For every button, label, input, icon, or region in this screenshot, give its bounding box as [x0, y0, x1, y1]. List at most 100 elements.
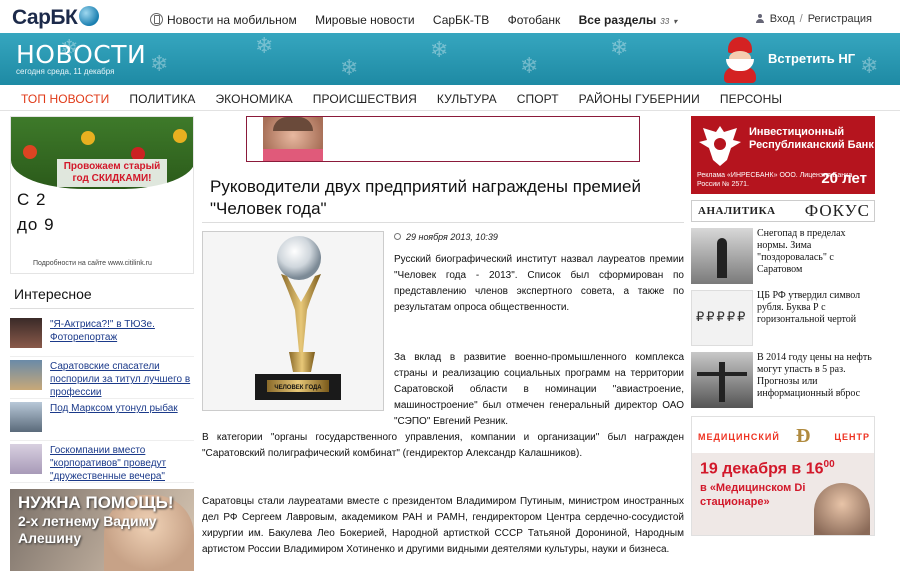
medical-center-ad[interactable]: МЕДИЦИНСКИЙ Ð ЦЕНТР 19 декабря в 1600 в …	[691, 416, 875, 536]
article-title: Руководители двух предприятий награждены…	[210, 177, 641, 218]
ad-promo-text: Провожаем старый год СКИДКАМИ!	[57, 159, 167, 187]
login-link[interactable]: Вход	[770, 13, 795, 25]
topnav-world[interactable]: Мировые новости	[315, 13, 414, 27]
analytics-label: АНАЛИТИКА	[698, 205, 776, 217]
nav-culture[interactable]: КУЛЬТУРА	[427, 87, 507, 111]
center-label: ЦЕНТР	[834, 432, 870, 442]
topnav-tv[interactable]: СарБК-ТВ	[433, 13, 489, 27]
meet-new-year-link[interactable]: Встретить НГ	[768, 51, 855, 66]
santa-icon[interactable]	[720, 37, 760, 83]
snowflake-icon: ❄	[255, 33, 274, 58]
ad-photo	[263, 117, 323, 161]
bank-years: 20 лет	[821, 170, 867, 187]
right-column: Инвестиционный Республиканский Банк Рекл…	[691, 116, 875, 536]
nav-sport[interactable]: СПОРТ	[507, 87, 569, 111]
doctor-photo	[814, 483, 870, 535]
charity-subtitle: 2-х летнему Вадиму Алешину	[18, 513, 157, 546]
news-thumbnail[interactable]	[691, 228, 753, 284]
article-date: 29 ноября 2013, 10:39	[394, 232, 498, 242]
auth-separator: /	[799, 13, 803, 25]
list-item[interactable]: В 2014 году цены на нефть могут упасть в…	[691, 352, 875, 412]
list-item[interactable]: Госкомпании вместо "корпоративов" провед…	[10, 441, 194, 483]
topnav-all-sections[interactable]: Все разделы 33 ▾	[579, 13, 678, 27]
ornament-icon	[81, 131, 95, 145]
ad-big-text: С 2 до 9	[17, 190, 55, 234]
eagle-emblem-icon	[699, 126, 741, 166]
news-link[interactable]: Под Марксом утонул рыбак	[50, 402, 178, 415]
nav-economy[interactable]: ЭКОНОМИКА	[205, 87, 302, 111]
analytics-header[interactable]: АНАЛИТИКА ФОКУС	[691, 200, 875, 222]
fokus-logo: ФОКУС	[804, 201, 870, 220]
topnav-photobank[interactable]: Фотобанк	[508, 13, 561, 27]
list-item[interactable]: Саратовские спасатели поспорили за титул…	[10, 357, 194, 399]
nav-incidents[interactable]: ПРОИСШЕСТВИЯ	[303, 87, 427, 111]
nav-persons[interactable]: ПЕРСОНЫ	[710, 87, 792, 111]
nav-districts[interactable]: РАЙОНЫ ГУБЕРНИИ	[569, 87, 710, 111]
trophy-image: ЧЕЛОВЕК ГОДА	[255, 236, 341, 400]
snowflake-icon: ❄	[340, 55, 359, 80]
top-ad-banner[interactable]	[246, 116, 640, 162]
analytics-list: Снегопад в пределах нормы. Зима "поздоро…	[691, 228, 875, 412]
list-item[interactable]: "Я-Актриса?!" в ТЮЗе. Фоторепортаж	[10, 315, 194, 357]
medical-label: МЕДИЦИНСКИЙ	[698, 432, 780, 442]
news-link[interactable]: Снегопад в пределах нормы. Зима "поздоро…	[757, 228, 875, 288]
news-link[interactable]: "Я-Актриса?!" в ТЮЗе. Фоторепортаж	[50, 318, 194, 344]
snowflake-icon: ❄	[150, 51, 169, 76]
medical-logo-icon: Ð	[796, 425, 811, 447]
trophy-label: ЧЕЛОВЕК ГОДА	[274, 385, 322, 391]
article-paragraph: За вклад в развитие военно-промышленного…	[394, 352, 684, 427]
top-nav: Новости на мобильном Мировые новости Сар…	[150, 13, 692, 27]
sections-count: 33	[660, 17, 670, 26]
news-thumbnail[interactable]	[10, 360, 42, 390]
medical-ad-body: 19 декабря в 1600 в «Медицинском Di стац…	[692, 453, 874, 535]
logo-text: СарБК	[12, 6, 78, 29]
charity-ad[interactable]: НУЖНА ПОМОЩЬ! 2-х летнему Вадиму Алешину	[10, 489, 194, 571]
ornament-icon	[173, 129, 187, 143]
news-link[interactable]: В 2014 году цены на нефть могут упасть в…	[757, 352, 875, 412]
news-thumbnail[interactable]	[10, 402, 42, 432]
news-link[interactable]: Саратовские спасатели поспорили за титул…	[50, 360, 194, 399]
bank-ad[interactable]: Инвестиционный Республиканский Банк Рекл…	[691, 116, 875, 194]
news-thumbnail[interactable]	[10, 318, 42, 348]
news-link[interactable]: ЦБ РФ утвердил символ рубля. Буква Р с г…	[757, 290, 875, 350]
list-item[interactable]: Снегопад в пределах нормы. Зима "поздоро…	[691, 228, 875, 288]
charity-headline: НУЖНА ПОМОЩЬ!	[18, 493, 174, 512]
medical-ad-header: МЕДИЦИНСКИЙ Ð ЦЕНТР	[692, 417, 874, 453]
event-date: 19 декабря в 1600	[700, 459, 835, 478]
divider	[202, 222, 684, 223]
citilink-ad[interactable]: Провожаем старый год СКИДКАМИ! С 2 до 9 …	[10, 116, 194, 274]
clock-icon	[394, 233, 401, 240]
topnav-mobile[interactable]: Новости на мобильном	[150, 13, 297, 27]
nav-politics[interactable]: ПОЛИТИКА	[119, 87, 205, 111]
list-item[interactable]: Под Марксом утонул рыбак	[10, 399, 194, 441]
auth-links: Вход / Регистрация	[755, 13, 872, 25]
site-logo[interactable]: СарБК	[12, 6, 100, 30]
left-column: Провожаем старый год СКИДКАМИ! С 2 до 9 …	[10, 116, 194, 571]
ad-site-text: Подробности на сайте www.citilink.ru	[33, 260, 152, 267]
main-nav: ТОП НОВОСТИ ПОЛИТИКА ЭКОНОМИКА ПРОИСШЕСТ…	[0, 87, 900, 111]
news-thumbnail[interactable]: ₽₽₽₽₽	[691, 290, 753, 346]
article-paragraph: Саратовцы стали лауреатами вместе с през…	[202, 496, 684, 555]
globe-icon	[79, 6, 100, 26]
snowflake-icon: ❄	[610, 35, 629, 60]
article-paragraph: Русский биографический институт назвал л…	[394, 254, 684, 313]
nav-top-news[interactable]: ТОП НОВОСТИ	[11, 87, 119, 111]
current-date: сегодня среда, 11 декабря	[16, 67, 115, 76]
news-thumbnail[interactable]	[691, 352, 753, 408]
page-title: НОВОСТИ	[16, 40, 147, 69]
user-icon	[755, 14, 764, 23]
chevron-down-icon: ▾	[673, 17, 678, 26]
bank-name: Инвестиционный Республиканский Банк	[749, 126, 874, 151]
snowflake-icon: ❄	[520, 53, 539, 78]
news-link[interactable]: Госкомпании вместо "корпоративов" провед…	[50, 444, 194, 483]
section-banner: ❄ ❄ ❄ ❄ ❄ ❄ ❄ ❄ НОВОСТИ сегодня среда, 1…	[0, 33, 900, 85]
interesting-heading: Интересное	[10, 286, 194, 309]
snowflake-icon: ❄	[430, 37, 449, 62]
ornament-icon	[23, 145, 37, 159]
article-photo[interactable]: ЧЕЛОВЕК ГОДА	[202, 231, 384, 411]
article-paragraph: В категории "органы государственного упр…	[202, 432, 684, 459]
snowflake-icon: ❄	[860, 53, 879, 78]
news-thumbnail[interactable]	[10, 444, 42, 474]
list-item[interactable]: ₽₽₽₽₽ ЦБ РФ утвердил символ рубля. Буква…	[691, 290, 875, 350]
register-link[interactable]: Регистрация	[808, 13, 872, 25]
